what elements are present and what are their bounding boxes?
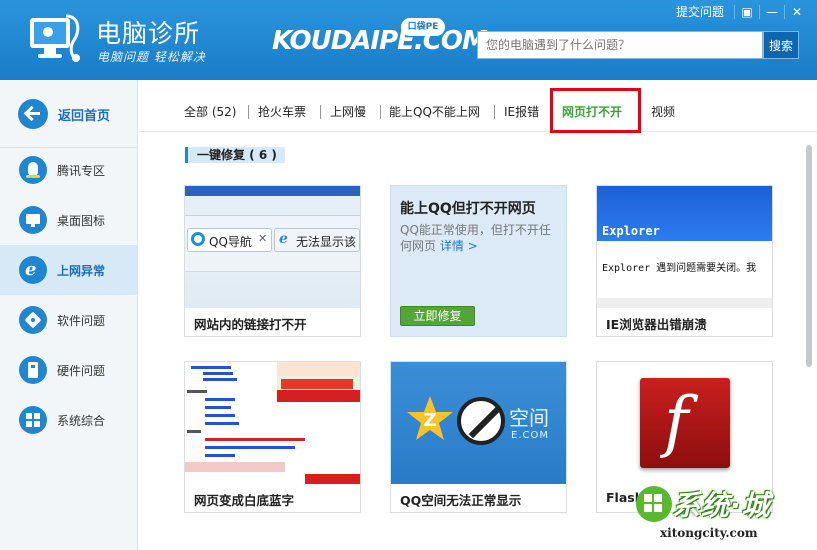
tab-qq-no-internet[interactable]: 能上QQ不能上网 (389, 104, 480, 120)
tab-all[interactable]: 全部 (52) (184, 104, 236, 120)
fix-card-ie-crash[interactable]: Explorer Explorer 遇到问题需要关闭。我 IE浏览器出错崩溃 (596, 185, 773, 337)
details-link[interactable]: 详情 > (440, 239, 478, 253)
card-caption: 网站内的链接打不开 (194, 317, 307, 332)
watermark-sub: xitongcity.com (660, 526, 758, 540)
close-icon: ✕ (258, 232, 268, 245)
flash-icon: f (640, 378, 730, 468)
fix-card-qq-ok-web-fails[interactable]: 能上QQ但打不开网页 QQ能正常使用，但打不开任何网页 详情 > 立即修复 (390, 185, 567, 337)
penguin-icon (19, 156, 47, 184)
fix-card-qzone-display[interactable]: Z 空间 E.COM QQ空间无法正常显示 (390, 361, 567, 513)
tab-ie-error[interactable]: IE报错 (504, 104, 539, 120)
sidebar-item-label: 软件问题 (57, 313, 106, 328)
close-icon[interactable]: ✕ (785, 3, 809, 21)
brand-logo: KOUDAIPE.COM (272, 26, 488, 56)
thumb-title: Explorer (602, 224, 660, 238)
sidebar-item-label: 硬件问题 (57, 363, 106, 378)
card-thumbnail (185, 362, 360, 484)
app-title: 电脑诊所 (96, 19, 201, 48)
search-button[interactable]: 搜索 (763, 31, 799, 59)
sidebar-item-tencent[interactable]: 腾讯专区 (0, 145, 137, 195)
brand-badge: 口袋PE (401, 18, 445, 36)
sidebar-item-system[interactable]: 系统综合 (0, 395, 137, 445)
window-controls: 提交问题 ▣ — ✕ (666, 3, 809, 21)
svg-text:Z: Z (423, 410, 436, 431)
sidebar-back-home[interactable]: 返回首页 (0, 94, 137, 134)
menu-icon[interactable]: ▣ (735, 3, 759, 21)
card-description: QQ能正常使用，但打不开任何网页 详情 > (400, 223, 551, 253)
sidebar-item-hardware[interactable]: 硬件问题 (0, 345, 137, 395)
monitor-icon (19, 206, 47, 234)
windows-icon (19, 406, 47, 434)
sidebar-back-label: 返回首页 (58, 108, 111, 124)
sidebar-item-label: 上网异常 (57, 263, 106, 278)
sidebar: 返回首页 腾讯专区 桌面图标 e 上网异常 软件问题 硬件问题 系统综合 (0, 80, 138, 550)
thumb-tab-label: 无法显示该 (296, 235, 357, 249)
divider (494, 105, 495, 119)
minimize-icon[interactable]: — (760, 3, 784, 21)
monitor-stethoscope-icon (30, 14, 80, 62)
app-slogan: 电脑问题 轻松解决 (97, 50, 206, 64)
card-caption: 网页变成白底蓝字 (194, 493, 295, 508)
header-bar: 电脑诊所 电脑问题 轻松解决 KOUDAIPE.COM 口袋PE 提交问题 ▣ … (0, 0, 817, 80)
search-box (477, 31, 763, 59)
ie-icon: e (279, 231, 288, 247)
card-thumbnail: f (597, 362, 772, 484)
fix-now-button[interactable]: 立即修复 (400, 306, 475, 326)
divider (320, 105, 321, 119)
submit-question-link[interactable]: 提交问题 (666, 3, 734, 21)
card-caption: IE浏览器出错崩溃 (606, 317, 707, 332)
card-thumbnail: QQ导航 ✕ e 无法显示该 (185, 186, 360, 308)
card-title: 能上QQ但打不开网页 (400, 201, 536, 217)
fix-card-white-blue-text[interactable]: 网页变成白底蓝字 (184, 361, 361, 513)
active-tab-highlight (550, 88, 641, 133)
software-icon (19, 306, 47, 334)
tab-slow-internet[interactable]: 上网慢 (330, 104, 366, 120)
category-tabs: 全部 (52) 抢火车票 上网慢 能上QQ不能上网 IE报错 网页打不开 视频 (139, 80, 817, 132)
sidebar-item-desktop-icons[interactable]: 桌面图标 (0, 195, 137, 245)
thumb-sub: E.COM (511, 430, 549, 441)
sidebar-item-label: 腾讯专区 (57, 163, 106, 178)
divider (380, 105, 381, 119)
thumb-text: Explorer 遇到问题需要关闭。我 (602, 263, 757, 274)
scrollbar-thumb[interactable] (806, 145, 812, 367)
thumb-text: 空间 (509, 406, 549, 430)
watermark-text: 系统·城 (672, 489, 771, 522)
ie-icon: e (19, 256, 47, 284)
sidebar-item-software[interactable]: 软件问题 (0, 295, 137, 345)
tab-train-tickets[interactable]: 抢火车票 (258, 104, 306, 120)
section-title: 一键修复 ( 6 ) (197, 148, 277, 162)
back-arrow-icon (18, 99, 48, 129)
tab-video[interactable]: 视频 (651, 104, 675, 120)
fix-card-links-not-open[interactable]: QQ导航 ✕ e 无法显示该 网站内的链接打不开 (184, 185, 361, 337)
sidebar-item-network[interactable]: e 上网异常 (0, 245, 137, 295)
hardware-icon (19, 356, 47, 384)
sidebar-item-label: 桌面图标 (57, 213, 106, 228)
divider (248, 105, 249, 119)
card-caption: QQ空间无法正常显示 (400, 493, 522, 508)
card-thumbnail: Z 空间 E.COM (391, 362, 566, 484)
search-input[interactable] (478, 32, 762, 58)
sidebar-item-label: 系统综合 (57, 413, 106, 428)
qzone-star-icon: Z (407, 396, 453, 440)
card-thumbnail: Explorer Explorer 遇到问题需要关闭。我 (597, 186, 772, 308)
thumb-tab-label: QQ导航 (209, 235, 252, 249)
